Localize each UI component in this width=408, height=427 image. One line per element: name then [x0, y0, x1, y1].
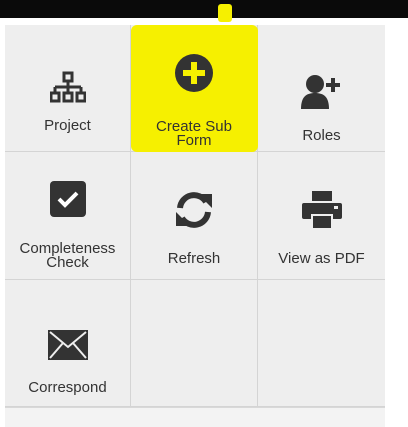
- project-button[interactable]: Project: [5, 25, 131, 152]
- create-sub-form-label: Create Sub Form: [156, 118, 232, 149]
- refresh-label: Refresh: [167, 250, 221, 267]
- action-grid: Project Create Sub Form Roles Completene…: [5, 25, 385, 407]
- project-label: Project: [44, 117, 91, 134]
- highlight-drip: [218, 4, 232, 22]
- top-bar: [0, 0, 408, 18]
- refresh-icon: [176, 192, 212, 228]
- empty-tile: [258, 280, 385, 407]
- create-sub-form-button[interactable]: Create Sub Form: [131, 25, 258, 152]
- plus-circle-icon: [175, 54, 213, 92]
- correspond-button[interactable]: Correspond: [5, 280, 131, 407]
- add-user-icon: [300, 75, 340, 109]
- empty-tile: [131, 280, 258, 407]
- checkbox-checked-icon: [49, 181, 86, 217]
- panel-bottom-divider: [5, 407, 385, 408]
- view-as-pdf-label: View as PDF: [278, 250, 365, 267]
- correspond-label: Correspond: [28, 379, 107, 396]
- refresh-button[interactable]: Refresh: [131, 152, 258, 280]
- printer-icon: [301, 191, 342, 229]
- completeness-check-button[interactable]: Completeness Check: [5, 152, 131, 280]
- view-as-pdf-button[interactable]: View as PDF: [258, 152, 385, 280]
- roles-button[interactable]: Roles: [258, 25, 385, 152]
- roles-label: Roles: [302, 127, 341, 144]
- envelope-icon: [47, 330, 88, 360]
- completeness-check-label: Completeness Check: [19, 240, 116, 271]
- org-chart-icon: [49, 71, 86, 103]
